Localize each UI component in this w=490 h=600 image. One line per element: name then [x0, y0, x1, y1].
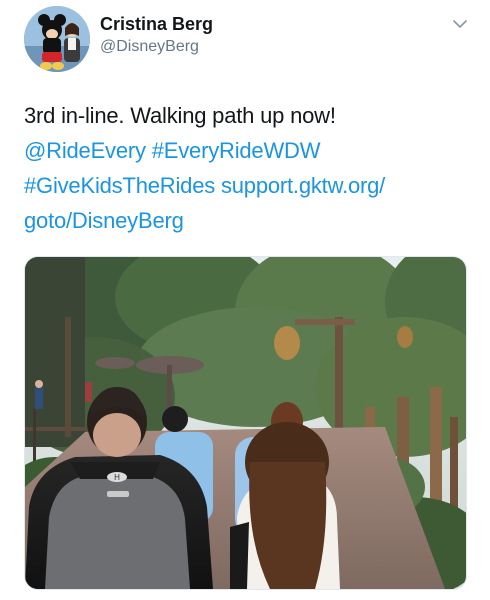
- hashtag-link[interactable]: #GiveKidsTheRides: [24, 173, 215, 198]
- shirt-logo: H: [114, 473, 120, 482]
- tweet-line-2: @RideEvery #EveryRideWDW: [24, 133, 474, 168]
- chevron-down-icon[interactable]: [452, 17, 468, 31]
- tweet-photo[interactable]: H: [24, 256, 467, 590]
- avatar[interactable]: [24, 6, 90, 72]
- hashtag-link[interactable]: #EveryRideWDW: [152, 138, 321, 163]
- tweet-line-3: #GiveKidsTheRides support.gktw.org/: [24, 168, 474, 203]
- url-link-part[interactable]: support.gktw.org/: [221, 173, 385, 198]
- tweet-line-1: 3rd in-line. Walking path up now!: [24, 103, 336, 128]
- tweet-line-4: goto/DisneyBerg: [24, 203, 474, 238]
- url-link-part[interactable]: goto/DisneyBerg: [24, 208, 184, 233]
- tweet-card: Cristina Berg @DisneyBerg 3rd in-line. W…: [0, 0, 490, 600]
- mention-link[interactable]: @RideEvery: [24, 138, 146, 163]
- tweet-text: 3rd in-line. Walking path up now! @RideE…: [24, 98, 474, 238]
- author-handle[interactable]: @DisneyBerg: [100, 38, 199, 56]
- author-name[interactable]: Cristina Berg: [100, 14, 213, 35]
